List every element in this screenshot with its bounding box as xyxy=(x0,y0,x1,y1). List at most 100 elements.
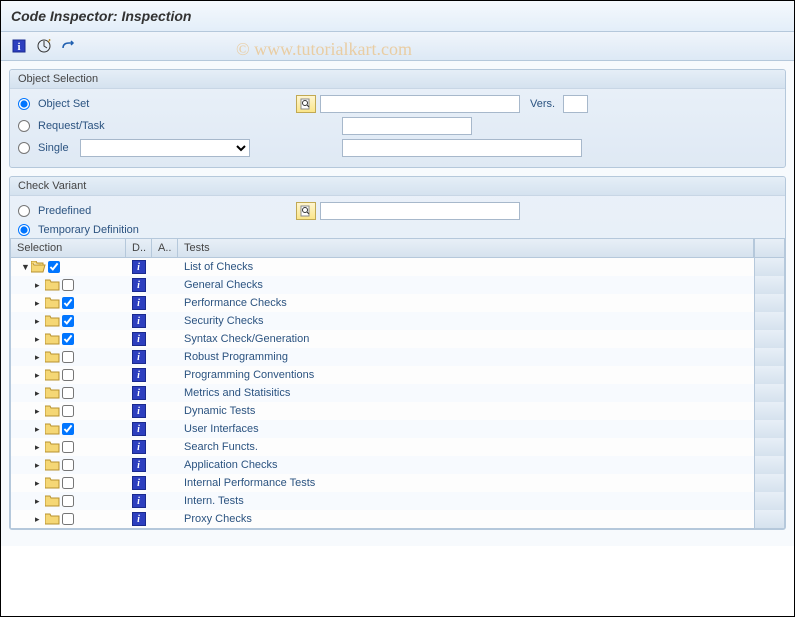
expand-arrow-icon[interactable]: ▼ xyxy=(21,262,29,272)
row-info-cell: i xyxy=(126,386,152,400)
expand-arrow-icon[interactable]: ▸ xyxy=(35,370,43,381)
row-checkbox[interactable] xyxy=(62,333,74,345)
col-a-header[interactable]: A.. xyxy=(152,239,178,257)
col-tests-end xyxy=(754,239,784,257)
info-icon[interactable]: i xyxy=(132,278,146,292)
info-icon[interactable]: i xyxy=(132,422,146,436)
row-checkbox[interactable] xyxy=(62,459,74,471)
row-info-cell: i xyxy=(126,458,152,472)
info-icon[interactable]: i xyxy=(132,458,146,472)
row-info-cell: i xyxy=(126,440,152,454)
row-checkbox[interactable] xyxy=(62,279,74,291)
window-title: Code Inspector: Inspection xyxy=(1,1,794,32)
tree-row[interactable]: ▸iGeneral Checks xyxy=(11,276,784,294)
tree-row-selection: ▸ xyxy=(15,459,126,471)
info-icon[interactable]: i xyxy=(132,368,146,382)
info-icon[interactable]: i xyxy=(132,494,146,508)
info-icon[interactable]: i xyxy=(132,440,146,454)
info-icon[interactable]: i xyxy=(132,512,146,526)
temporary-radio[interactable] xyxy=(18,224,30,236)
tree-row-selection: ▸ xyxy=(15,423,126,435)
predefined-search-button[interactable] xyxy=(296,202,316,220)
expand-arrow-icon[interactable]: ▸ xyxy=(35,406,43,417)
col-d-header[interactable]: D.. xyxy=(126,239,152,257)
info-icon[interactable]: i xyxy=(132,332,146,346)
tree-row[interactable]: ▸ i Performance Checks xyxy=(11,294,784,312)
tree-row[interactable]: ▸iSyntax Check/Generation xyxy=(11,330,784,348)
row-checkbox[interactable] xyxy=(62,351,74,363)
tree-row-selection: ▸ xyxy=(15,405,126,417)
tree-row[interactable]: ▸iUser Interfaces xyxy=(11,420,784,438)
tree-row[interactable]: ▸iProxy Checks xyxy=(11,510,784,528)
object-set-radio[interactable] xyxy=(18,98,30,110)
info-icon[interactable]: i xyxy=(132,350,146,364)
row-checkbox[interactable] xyxy=(62,423,74,435)
row-end-cell xyxy=(754,348,784,366)
row-checkbox[interactable] xyxy=(62,297,74,309)
expand-arrow-icon[interactable]: ▸ xyxy=(35,352,43,363)
col-tests-header[interactable]: Tests xyxy=(178,239,754,257)
expand-arrow-icon[interactable]: ▸ xyxy=(35,280,43,291)
row-checkbox[interactable] xyxy=(62,441,74,453)
tree-row-selection: ▸ xyxy=(15,495,126,507)
request-task-input[interactable] xyxy=(342,117,472,135)
expand-arrow-icon[interactable]: ▸ xyxy=(35,460,43,471)
tree-row[interactable]: ▸iSearch Functs. xyxy=(11,438,784,456)
single-type-combo[interactable] xyxy=(80,139,250,157)
expand-arrow-icon[interactable]: ▸ xyxy=(35,334,43,345)
row-info-cell: i xyxy=(126,422,152,436)
row-label: Intern. Tests xyxy=(178,495,754,507)
single-input[interactable] xyxy=(342,139,582,157)
expand-arrow-icon[interactable]: ▸ xyxy=(35,496,43,507)
execute-button[interactable] xyxy=(34,36,54,56)
expand-arrow-icon[interactable]: ▸ xyxy=(35,424,43,435)
predefined-input[interactable] xyxy=(320,202,520,220)
info-button[interactable]: i xyxy=(9,36,29,56)
expand-arrow-icon[interactable]: ▸ xyxy=(35,478,43,489)
tree-row[interactable]: ▸ i Intern. Tests xyxy=(11,492,784,510)
folder-icon xyxy=(45,369,60,381)
info-icon[interactable]: i xyxy=(132,476,146,490)
single-radio[interactable] xyxy=(18,142,30,154)
row-label: Performance Checks xyxy=(178,297,754,309)
row-checkbox[interactable] xyxy=(62,477,74,489)
expand-arrow-icon[interactable]: ▸ xyxy=(35,316,43,327)
folder-icon xyxy=(45,279,60,291)
folder-icon xyxy=(31,261,46,273)
row-checkbox[interactable] xyxy=(62,405,74,417)
tree-row[interactable]: ▸iRobust Programming xyxy=(11,348,784,366)
tree-row[interactable]: ▸iInternal Performance Tests xyxy=(11,474,784,492)
request-task-radio[interactable] xyxy=(18,120,30,132)
tree-row[interactable]: ▸iSecurity Checks xyxy=(11,312,784,330)
info-icon[interactable]: i xyxy=(132,260,146,274)
tree-row[interactable]: ▸iProgramming Conventions xyxy=(11,366,784,384)
tree-row[interactable]: ▸iMetrics and Statisitics xyxy=(11,384,784,402)
tree-row-selection: ▸ xyxy=(15,513,126,525)
expand-arrow-icon[interactable]: ▸ xyxy=(35,514,43,525)
col-selection-header[interactable]: Selection xyxy=(11,239,126,257)
vers-input[interactable] xyxy=(563,95,588,113)
row-end-cell xyxy=(754,384,784,402)
row-info-cell: i xyxy=(126,278,152,292)
info-icon[interactable]: i xyxy=(132,386,146,400)
row-checkbox[interactable] xyxy=(62,387,74,399)
info-icon[interactable]: i xyxy=(132,404,146,418)
row-end-cell xyxy=(754,402,784,420)
row-checkbox[interactable] xyxy=(62,369,74,381)
row-checkbox[interactable] xyxy=(62,495,74,507)
info-icon[interactable]: i xyxy=(132,314,146,328)
predefined-radio[interactable] xyxy=(18,205,30,217)
info-icon[interactable]: i xyxy=(132,296,146,310)
expand-arrow-icon[interactable]: ▸ xyxy=(35,388,43,399)
tree-row[interactable]: ▼iList of Checks xyxy=(11,258,784,276)
expand-arrow-icon[interactable]: ▸ xyxy=(35,298,43,309)
row-checkbox[interactable] xyxy=(62,513,74,525)
row-checkbox[interactable] xyxy=(48,261,60,273)
back-button[interactable] xyxy=(59,36,79,56)
tree-row[interactable]: ▸iApplication Checks xyxy=(11,456,784,474)
tree-row[interactable]: ▸iDynamic Tests xyxy=(11,402,784,420)
expand-arrow-icon[interactable]: ▸ xyxy=(35,442,43,453)
object-set-input[interactable] xyxy=(320,95,520,113)
object-set-search-button[interactable] xyxy=(296,95,316,113)
row-checkbox[interactable] xyxy=(62,315,74,327)
